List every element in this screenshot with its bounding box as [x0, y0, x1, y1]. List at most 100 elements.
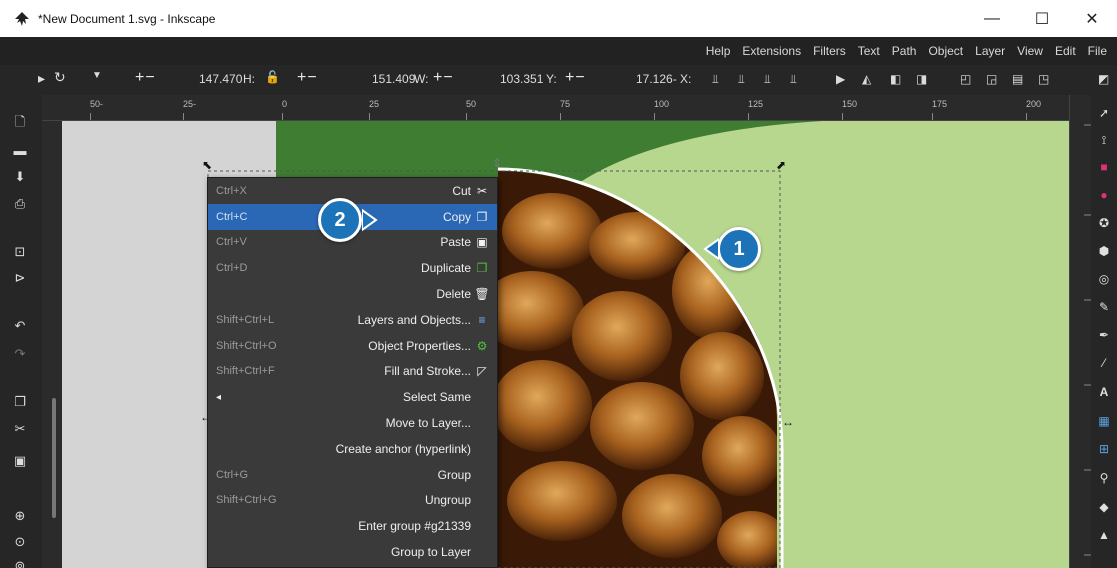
cut-tool-icon[interactable]: ✂ — [11, 420, 29, 438]
rotate-ccw-icon[interactable]: ◨ — [916, 72, 927, 86]
transform-icon-4[interactable]: ◳ — [1038, 72, 1049, 86]
shortcut-label: Ctrl+C — [216, 210, 248, 223]
menu-filters[interactable]: Filters — [807, 44, 852, 58]
save-icon[interactable]: ⬇ — [11, 168, 29, 186]
transform-icon-2[interactable]: ◲ — [986, 72, 997, 86]
raise-icon[interactable]: ⫫ — [790, 72, 797, 87]
h-plusminus-button[interactable]: +− — [135, 69, 156, 87]
spiral-tool-icon[interactable]: ◎ — [1096, 271, 1112, 287]
menu-text[interactable]: Text — [852, 44, 886, 58]
menu-file[interactable]: File — [1082, 44, 1113, 58]
align-top-icon[interactable]: ⫫ — [764, 72, 771, 87]
menu-item-object-properties[interactable]: Shift+Ctrl+O Object Properties... ⚙ — [208, 333, 497, 359]
w-plusminus-button[interactable]: +− — [297, 69, 318, 87]
overflow-icon[interactable]: ◩ — [1098, 72, 1109, 86]
minimize-button[interactable]: — — [967, 0, 1017, 37]
circle-tool-icon[interactable]: ● — [1096, 187, 1112, 203]
print-icon[interactable]: ⎙ — [11, 195, 29, 213]
menu-layer[interactable]: Layer — [969, 44, 1011, 58]
transform-icon-1[interactable]: ◰ — [960, 72, 971, 86]
menu-item-move-to-layer[interactable]: Move to Layer... — [208, 410, 497, 436]
menu-path[interactable]: Path — [886, 44, 923, 58]
paint-bucket-tool-icon[interactable]: ◆ — [1096, 499, 1112, 515]
transform-icon-3[interactable]: ▤ — [1012, 72, 1023, 86]
menu-item-ungroup[interactable]: Shift+Ctrl+G Ungroup — [208, 488, 497, 514]
menu-item-delete[interactable]: Delete 🗑 — [208, 281, 497, 307]
tool-controls-bar: ▸ ↻ ▼ +− 147.470 H: 🔓 +− 151.409 W: +− 1… — [0, 65, 1117, 95]
redo-icon[interactable]: ↷ — [11, 345, 29, 363]
import-icon[interactable]: ⊡ — [11, 243, 29, 261]
w2-plusminus-button[interactable]: +− — [433, 69, 454, 87]
ruler-tick: 0 — [282, 99, 288, 109]
menu-item-group-to-layer[interactable]: Group to Layer — [208, 539, 497, 565]
y-value-input[interactable]: 103.351 — [500, 72, 543, 86]
close-button[interactable]: ✕ — [1067, 0, 1117, 37]
h-label: H: — [243, 72, 255, 86]
pen-tool-icon[interactable]: ✒ — [1096, 327, 1112, 343]
calligraphy-tool-icon[interactable]: ⁄ — [1096, 355, 1112, 371]
copy-tool-icon[interactable]: ❐ — [11, 393, 29, 411]
copy-icon: ❐ — [476, 209, 488, 224]
menu-item-create-anchor[interactable]: Create anchor (hyperlink) — [208, 436, 497, 462]
menu-extensions[interactable]: Extensions — [736, 44, 807, 58]
gradient-tool-icon[interactable]: ▦ — [1096, 413, 1112, 429]
pencil-tool-icon[interactable]: ✎ — [1096, 299, 1112, 315]
menu-item-label: Paste — [440, 235, 471, 250]
play-arrow-icon[interactable]: ▸ — [38, 70, 45, 87]
menu-edit[interactable]: Edit — [1049, 44, 1082, 58]
scale-handle-ne: ⬈ — [776, 158, 786, 172]
rotate-cw-icon[interactable]: ◧ — [890, 72, 901, 86]
menu-item-label: Delete — [436, 287, 471, 302]
scale-handle-n: ⇕ — [492, 156, 502, 170]
star-tool-icon[interactable]: ✪ — [1096, 215, 1112, 231]
text-tool-icon[interactable]: A — [1096, 384, 1112, 400]
vertical-scrollbar[interactable] — [52, 398, 56, 518]
menu-item-label: Create anchor (hyperlink) — [335, 441, 471, 456]
lock-icon[interactable]: 🔓 — [265, 70, 280, 84]
scale-handle-nw: ⬉ — [202, 158, 212, 172]
shortcut-label: Shift+Ctrl+L — [216, 313, 275, 326]
paste-tool-icon[interactable]: ▣ — [11, 452, 29, 470]
rotate-icon[interactable]: ↻ — [54, 69, 66, 86]
menu-item-enter-group[interactable]: Enter group #g21339 — [208, 513, 497, 539]
menu-item-label: Ungroup — [424, 493, 471, 508]
menu-help[interactable]: Help — [700, 44, 737, 58]
menu-item-label: Fill and Stroke... — [384, 364, 471, 379]
chevron-down-icon[interactable]: ▼ — [92, 70, 102, 81]
dropper-tool-icon[interactable]: ⚲ — [1096, 470, 1112, 486]
menu-object[interactable]: Object — [922, 44, 969, 58]
shortcut-label: Shift+Ctrl+O — [216, 339, 277, 352]
menu-item-fill-and-stroke[interactable]: Shift+Ctrl+F Fill and Stroke... ◸ — [208, 359, 497, 385]
node-tool-icon[interactable]: ⟟ — [1096, 132, 1112, 148]
menu-item-cut[interactable]: Ctrl+X Cut ✂ — [208, 178, 497, 204]
h-value-input[interactable]: 147.470 — [199, 72, 242, 86]
flip-horizontal-icon[interactable]: ▶ — [836, 72, 845, 86]
open-folder-icon[interactable]: ▬ — [11, 141, 29, 159]
menu-view[interactable]: View — [1011, 44, 1049, 58]
x-value-input[interactable]: 17.126- — [636, 72, 677, 86]
flip-vertical-icon[interactable]: ◭ — [862, 72, 871, 86]
export-icon[interactable]: ⊳ — [11, 269, 29, 287]
align-bottom-icon[interactable]: ⫫ — [712, 72, 719, 87]
undo-icon[interactable]: ↶ — [11, 317, 29, 335]
y-plusminus-button[interactable]: +− — [565, 69, 586, 87]
zoom-drawing-icon[interactable]: ⊙ — [11, 533, 29, 551]
new-document-icon[interactable]: 🗋 — [11, 114, 29, 133]
menu-item-layers-and-objects[interactable]: Shift+Ctrl+L Layers and Objects... ≡ — [208, 307, 497, 333]
w-value-input[interactable]: 151.409 — [372, 72, 415, 86]
eraser-tool-icon[interactable]: ▲ — [1096, 527, 1112, 543]
mesh-tool-icon[interactable]: ⊞ — [1096, 441, 1112, 457]
menu-bar: Help Extensions Filters Text Path Object… — [0, 37, 1117, 65]
zoom-page-icon[interactable]: ⊚ — [11, 557, 29, 568]
menu-item-select-same[interactable]: ◂ Select Same — [208, 384, 497, 410]
align-center-icon[interactable]: ⫫ — [738, 72, 745, 87]
maximize-button[interactable]: ☐ — [1017, 0, 1067, 37]
menu-item-label: Object Properties... — [368, 338, 471, 353]
3d-box-tool-icon[interactable]: ⬢ — [1096, 243, 1112, 259]
menu-item-duplicate[interactable]: Ctrl+D Duplicate ❐ — [208, 255, 497, 281]
zoom-selection-icon[interactable]: ⊕ — [11, 507, 29, 525]
selector-tool-icon[interactable]: ➚ — [1096, 105, 1112, 121]
rectangle-tool-icon[interactable]: ■ — [1096, 159, 1112, 175]
menu-item-group[interactable]: Ctrl+G Group — [208, 462, 497, 488]
callout-badge-2: 2 — [318, 198, 362, 242]
